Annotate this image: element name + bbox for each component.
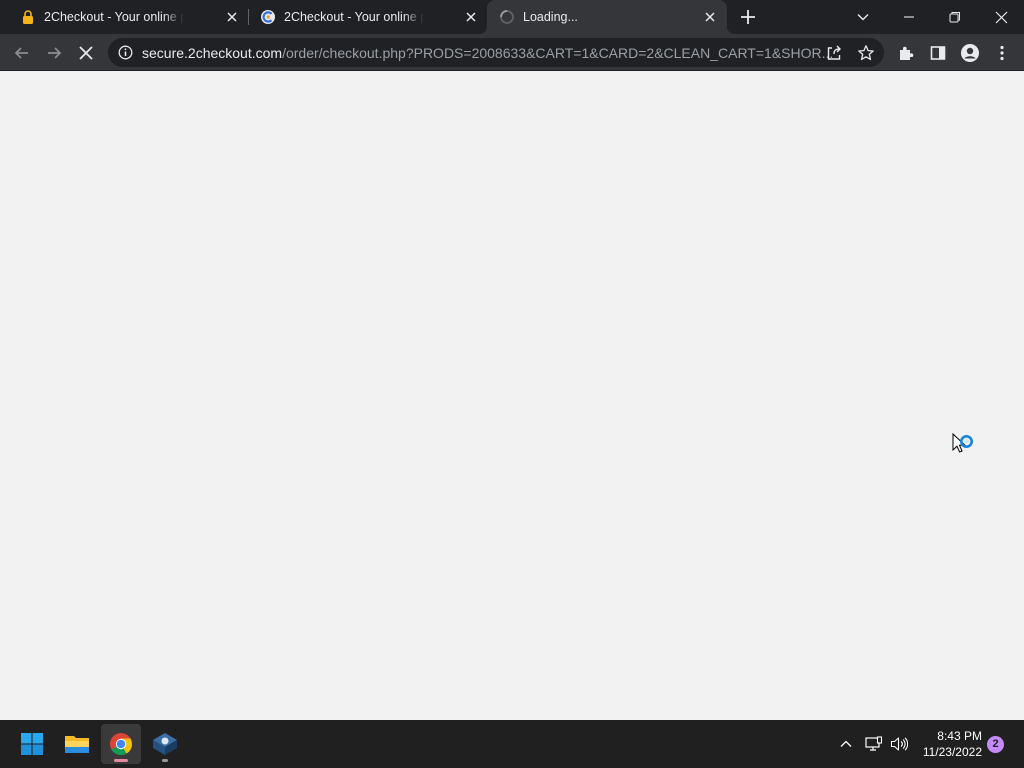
tab-strip: 2Checkout - Your online payment processi… [0, 0, 1024, 34]
close-icon [995, 11, 1007, 23]
tab-3-close-icon[interactable] [703, 10, 717, 24]
kebab-menu-icon [1000, 45, 1004, 61]
forward-button[interactable] [42, 41, 66, 65]
loading-spinner-icon [500, 10, 514, 24]
taskbar-chrome[interactable] [101, 724, 141, 764]
chevron-up-icon [840, 740, 852, 747]
new-tab-plus-icon[interactable] [738, 7, 758, 27]
browser-toolbar: secure.2checkout.com/order/checkout.php?… [0, 34, 1024, 71]
bookmark-star-icon[interactable] [857, 44, 875, 62]
share-icon[interactable] [825, 44, 843, 62]
url-host: secure.2checkout.com [142, 45, 283, 61]
lock-favicon-icon [23, 10, 33, 24]
extensions-button[interactable] [894, 41, 918, 65]
taskbar-app[interactable] [145, 724, 185, 764]
puzzle-icon [900, 46, 914, 60]
stop-loading-button[interactable] [74, 41, 98, 65]
page-content [0, 71, 1024, 720]
tab-search-button[interactable] [840, 0, 886, 34]
stop-x-icon [79, 46, 93, 60]
clock-time: 8:43 PM [937, 729, 982, 743]
volume-control[interactable] [889, 734, 909, 754]
running-app-indicator [162, 759, 168, 762]
network-status[interactable] [864, 734, 884, 754]
chevron-down-icon [857, 14, 869, 21]
windows-start-icon [21, 733, 43, 755]
busy-cursor-icon [952, 433, 973, 453]
tab-2[interactable]: 2Checkout - Your online payment processi… [248, 0, 486, 34]
tab-1[interactable]: 2Checkout - Your online payment processi… [8, 0, 246, 34]
tab-2-close-icon[interactable] [464, 10, 478, 24]
2checkout-favicon-icon [261, 10, 275, 24]
show-hidden-icons-button[interactable] [836, 734, 856, 754]
start-button[interactable] [12, 724, 52, 764]
system-clock[interactable]: 8:43 PM 11/23/2022 [912, 728, 982, 760]
windows-taskbar: 8:43 PM 11/23/2022 [0, 720, 1024, 768]
tab-1-close-icon[interactable] [225, 10, 239, 24]
file-explorer-icon [65, 736, 89, 753]
active-app-indicator [114, 759, 128, 762]
back-button[interactable] [10, 41, 34, 65]
side-panel-icon [930, 46, 946, 60]
tab-2-title: 2Checkout - Your online payment processi… [284, 10, 424, 24]
site-info-icon[interactable] [118, 45, 133, 60]
chrome-icon [110, 733, 132, 755]
arrow-right-icon [48, 47, 62, 59]
arrow-left-icon [14, 47, 28, 59]
speaker-icon [890, 737, 908, 751]
close-window-button[interactable] [978, 0, 1024, 34]
app-icon [153, 733, 177, 755]
network-icon [865, 736, 883, 751]
restore-icon [949, 12, 960, 23]
minimize-icon [904, 16, 914, 18]
clock-date: 11/23/2022 [922, 745, 982, 759]
tab-3[interactable]: Loading... [479, 0, 735, 34]
menu-button[interactable] [990, 41, 1014, 65]
taskbar-file-explorer[interactable] [57, 724, 97, 764]
tab-3-title: Loading... [523, 10, 578, 24]
notification-badge[interactable]: 2 [987, 736, 1004, 753]
minimize-button[interactable] [886, 0, 932, 34]
profile-button[interactable] [958, 41, 982, 65]
restore-button[interactable] [932, 0, 978, 34]
url-path: /order/checkout.php?PRODS=2008633&CART=1… [282, 45, 832, 61]
side-panel-button[interactable] [926, 41, 950, 65]
profile-avatar-icon [961, 44, 979, 62]
address-bar[interactable]: secure.2checkout.com/order/checkout.php?… [108, 38, 884, 67]
tab-1-title: 2Checkout - Your online payment processi… [44, 10, 184, 24]
url-text[interactable]: secure.2checkout.com/order/checkout.php?… [142, 45, 832, 61]
